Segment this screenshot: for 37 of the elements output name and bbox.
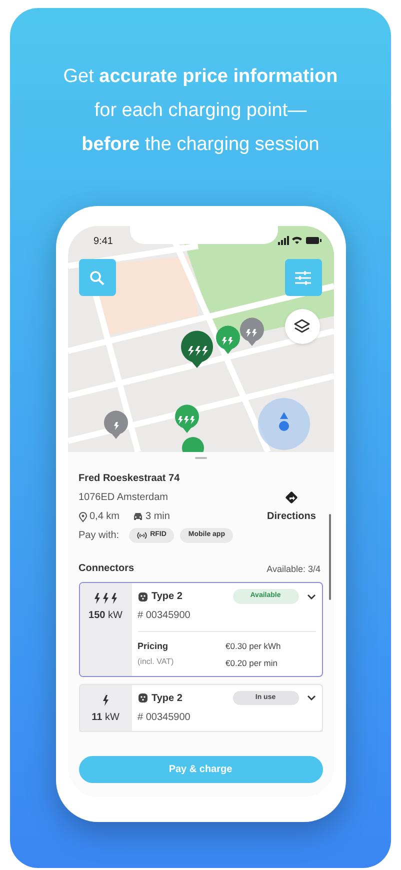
directions-icon bbox=[285, 490, 298, 504]
search-icon bbox=[89, 270, 105, 286]
headline-line: before the charging session bbox=[82, 133, 320, 157]
power-rating: 11 kW bbox=[92, 710, 120, 724]
power-rating: 150 kW bbox=[88, 609, 122, 623]
status-time: 9:41 bbox=[94, 235, 113, 249]
connector-id: # 00345900 bbox=[138, 710, 192, 724]
plug-icon bbox=[138, 592, 148, 602]
contactless-icon bbox=[137, 532, 148, 539]
location-pin-icon bbox=[78, 512, 86, 522]
availability-count: Available: 3/4 bbox=[266, 562, 320, 576]
pay-with-label: Pay with: bbox=[78, 529, 120, 543]
price-rate: €0.30 per kWh bbox=[226, 640, 281, 653]
connector-type: Type 2 bbox=[152, 692, 184, 706]
connector-type: Type 2 bbox=[152, 590, 184, 604]
pricing-note: (incl. VAT) bbox=[138, 656, 175, 668]
distance-text: 0,4 km bbox=[90, 510, 120, 524]
status-icons bbox=[278, 236, 322, 245]
chevron-down-icon[interactable] bbox=[306, 594, 316, 600]
chevron-down-icon[interactable] bbox=[306, 695, 316, 701]
car-icon bbox=[132, 512, 143, 521]
headline-line: for each charging point— bbox=[94, 99, 307, 123]
layers-icon bbox=[294, 318, 310, 334]
headline-line: Get accurate price information bbox=[63, 65, 338, 89]
station-address: Fred Roeskestraat 74 bbox=[78, 472, 181, 486]
drag-handle[interactable] bbox=[194, 457, 206, 459]
bolt-icon bbox=[102, 694, 109, 706]
triple-bolt-icon bbox=[94, 593, 118, 604]
travel-time-text: 3 min bbox=[146, 510, 170, 524]
directions-button[interactable]: Directions bbox=[260, 471, 322, 543]
price-rate: €0.20 per min bbox=[226, 656, 278, 670]
plug-icon bbox=[138, 693, 148, 703]
sliders-icon bbox=[295, 270, 311, 284]
pricing-label: Pricing bbox=[138, 640, 170, 653]
connector-id: # 00345900 bbox=[138, 609, 192, 623]
station-city: 1076ED Amsterdam bbox=[78, 491, 169, 505]
section-title: Connectors bbox=[78, 562, 134, 576]
